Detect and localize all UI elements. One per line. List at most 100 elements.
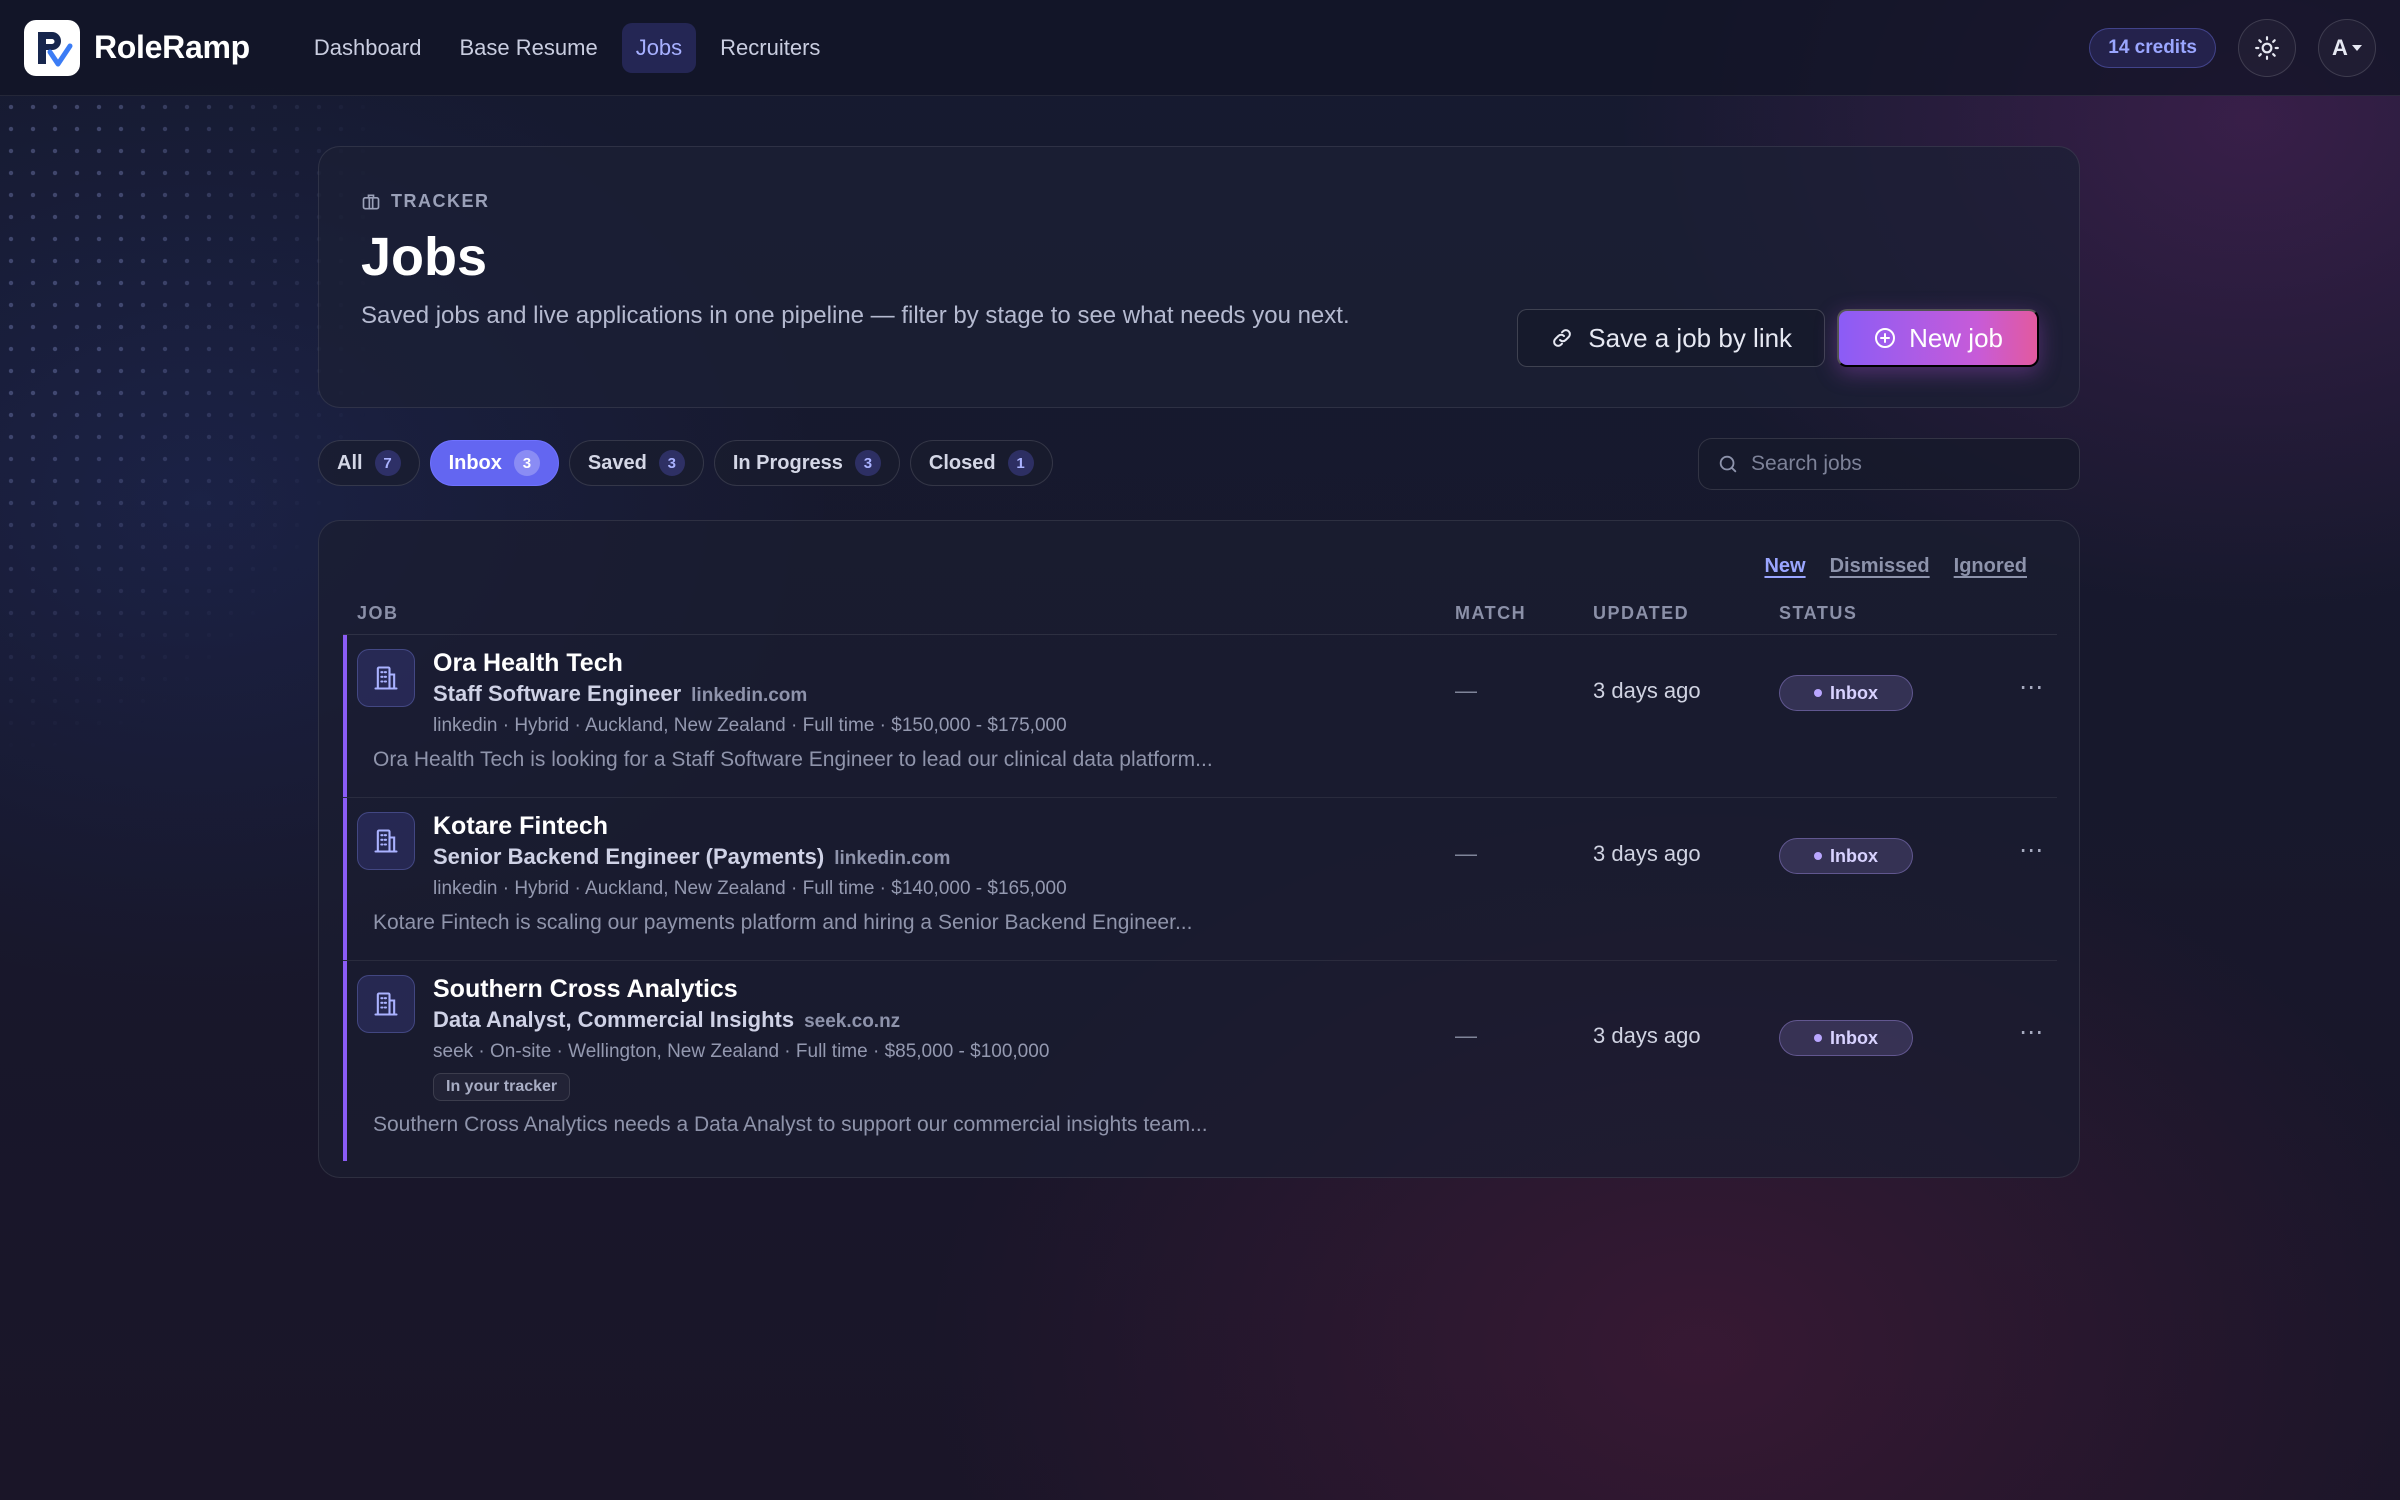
- filter-label: Inbox: [448, 451, 502, 474]
- main-nav: Dashboard Base Resume Jobs Recruiters: [300, 22, 835, 73]
- link-icon: [1553, 329, 1572, 347]
- in-tracker-tag: In your tracker: [433, 1073, 571, 1101]
- filter-label: All: [337, 451, 363, 474]
- filter-closed[interactable]: Closed 1: [909, 440, 1053, 486]
- status-dot: [1814, 689, 1822, 697]
- table-row[interactable]: Ora Health Tech Staff Software Engineer …: [343, 635, 2057, 798]
- building-icon: [357, 975, 415, 1033]
- filter-count: 3: [658, 450, 685, 476]
- row-actions-button[interactable]: ⋯: [2019, 1018, 2044, 1047]
- hero-actions: Save a job by link New job: [1517, 309, 2039, 367]
- table-row[interactable]: Kotare Fintech Senior Backend Engineer (…: [343, 798, 2057, 961]
- match-score: —: [1455, 678, 1477, 703]
- save-job-by-link-label: Save a job by link: [1588, 322, 1793, 353]
- page-subtitle: Saved jobs and live applications in one …: [361, 302, 1350, 329]
- filter-count: 1: [1007, 450, 1034, 476]
- company-name[interactable]: Ora Health Tech: [433, 649, 623, 678]
- filter-count: 3: [854, 450, 881, 476]
- credits-badge[interactable]: 14 credits: [2089, 27, 2216, 68]
- job-description: Ora Health Tech is looking for a Staff S…: [373, 748, 1213, 771]
- subfilter-dismissed[interactable]: Dismissed: [1830, 555, 1930, 578]
- inbox-subfilters: New Dismissed Ignored: [1764, 555, 2027, 578]
- column-header-status[interactable]: STATUS: [1779, 603, 1857, 624]
- status-label: Inbox: [1830, 1027, 1878, 1048]
- filter-in-progress[interactable]: In Progress 3: [713, 440, 900, 486]
- company-name[interactable]: Kotare Fintech: [433, 812, 608, 841]
- job-title[interactable]: Staff Software Engineer: [433, 681, 681, 707]
- filter-saved[interactable]: Saved 3: [568, 440, 704, 486]
- brand-logo[interactable]: RoleRamp: [24, 19, 250, 76]
- column-header-match[interactable]: MATCH: [1455, 603, 1526, 624]
- sun-icon: [2255, 35, 2279, 60]
- status-badge[interactable]: Inbox: [1779, 1020, 1913, 1056]
- company-name[interactable]: Southern Cross Analytics: [433, 975, 738, 1004]
- top-right-controls: 14 credits A: [2089, 18, 2376, 77]
- updated-time: 3 days ago: [1593, 841, 1701, 866]
- table-header: JOB MATCH UPDATED STATUS: [343, 595, 2057, 635]
- job-source: linkedin.com: [834, 848, 951, 869]
- building-icon: [357, 649, 415, 707]
- job-description: Kotare Fintech is scaling our payments p…: [373, 911, 1193, 934]
- status-badge[interactable]: Inbox: [1779, 675, 1913, 711]
- updated-time: 3 days ago: [1593, 1023, 1701, 1048]
- tracker-header-card: TRACKER Jobs Saved jobs and live applica…: [318, 146, 2080, 408]
- job-title[interactable]: Data Analyst, Commercial Insights: [433, 1007, 794, 1033]
- search-input[interactable]: [1751, 452, 2051, 476]
- job-meta: seek · On-site · Wellington, New Zealand…: [433, 1041, 1050, 1062]
- jobs-table-card: New Dismissed Ignored JOB MATCH UPDATED …: [318, 520, 2080, 1178]
- row-actions-button[interactable]: ⋯: [2019, 836, 2044, 865]
- nav-dashboard[interactable]: Dashboard: [300, 23, 436, 73]
- filter-label: Saved: [587, 451, 647, 474]
- filter-label: Closed: [928, 451, 996, 474]
- column-header-updated[interactable]: UPDATED: [1593, 603, 1689, 624]
- job-source: seek.co.nz: [804, 1011, 901, 1032]
- search-icon: [1719, 455, 1737, 473]
- filter-label: In Progress: [732, 451, 843, 474]
- filter-all[interactable]: All 7: [318, 440, 420, 486]
- subfilter-new[interactable]: New: [1764, 555, 1805, 578]
- match-score: —: [1455, 1023, 1477, 1048]
- stage-filter-tabs: All 7 Inbox 3 Saved 3 In Progress 3 Clos…: [318, 440, 1053, 486]
- status-label: Inbox: [1830, 845, 1878, 866]
- filter-inbox[interactable]: Inbox 3: [429, 440, 559, 486]
- job-meta: linkedin · Hybrid · Auckland, New Zealan…: [433, 715, 1067, 736]
- page-title: Jobs: [361, 227, 488, 287]
- status-label: Inbox: [1830, 682, 1878, 703]
- plus-circle-icon: [1875, 328, 1896, 348]
- match-score: —: [1455, 841, 1477, 866]
- nav-recruiters[interactable]: Recruiters: [706, 23, 834, 73]
- nav-jobs[interactable]: Jobs: [621, 22, 697, 73]
- logo-icon: [24, 19, 80, 76]
- column-header-job[interactable]: JOB: [357, 603, 399, 624]
- theme-toggle-button[interactable]: [2238, 18, 2296, 77]
- user-menu-button[interactable]: A: [2318, 18, 2376, 77]
- brand-name: RoleRamp: [94, 29, 250, 65]
- status-dot: [1814, 852, 1822, 860]
- search-box: [1698, 438, 2080, 490]
- new-job-label: New job: [1909, 322, 2003, 353]
- save-job-by-link-button[interactable]: Save a job by link: [1517, 309, 1826, 367]
- filter-count: 7: [374, 450, 401, 476]
- caret-down-icon: [2351, 44, 2362, 51]
- job-source: linkedin.com: [691, 685, 808, 706]
- filter-count: 3: [513, 450, 540, 476]
- status-badge[interactable]: Inbox: [1779, 838, 1913, 874]
- avatar: A: [2332, 34, 2348, 60]
- job-title-line: Staff Software Engineer linkedin.com: [433, 681, 807, 707]
- job-title[interactable]: Senior Backend Engineer (Payments): [433, 844, 824, 870]
- job-description: Southern Cross Analytics needs a Data An…: [373, 1113, 1208, 1136]
- table-row[interactable]: Southern Cross Analytics Data Analyst, C…: [343, 961, 2057, 1161]
- briefcase-icon: [362, 194, 380, 209]
- new-job-button[interactable]: New job: [1837, 309, 2039, 367]
- building-icon: [357, 812, 415, 870]
- subfilter-ignored[interactable]: Ignored: [1954, 555, 2027, 578]
- job-title-line: Data Analyst, Commercial Insights seek.c…: [433, 1007, 900, 1033]
- row-actions-button[interactable]: ⋯: [2019, 673, 2044, 702]
- status-dot: [1814, 1034, 1822, 1042]
- eyebrow-label: TRACKER: [391, 191, 490, 211]
- eyebrow: TRACKER: [361, 191, 2037, 212]
- job-meta: linkedin · Hybrid · Auckland, New Zealan…: [433, 878, 1067, 899]
- nav-base-resume[interactable]: Base Resume: [446, 23, 612, 73]
- top-navbar: RoleRamp Dashboard Base Resume Jobs Recr…: [0, 0, 2400, 96]
- job-title-line: Senior Backend Engineer (Payments) linke…: [433, 844, 950, 870]
